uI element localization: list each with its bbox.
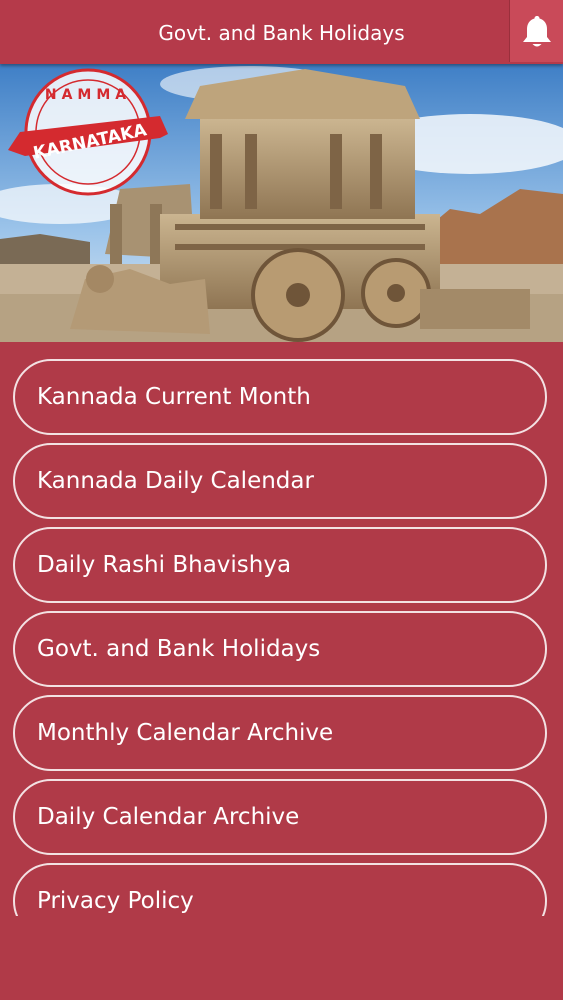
menu-item-daily-calendar-archive[interactable]: Daily Calendar Archive [13, 779, 547, 855]
main-menu: Kannada Current Month Kannada Daily Cale… [0, 342, 563, 916]
menu-item-privacy-policy[interactable]: Privacy Policy [13, 863, 547, 916]
menu-item-kannada-daily-calendar[interactable]: Kannada Daily Calendar [13, 443, 547, 519]
notifications-button[interactable] [509, 0, 563, 62]
bell-icon [522, 16, 551, 47]
app-header: Govt. and Bank Holidays [0, 0, 563, 64]
menu-item-monthly-calendar-archive[interactable]: Monthly Calendar Archive [13, 695, 547, 771]
menu-item-kannada-current-month[interactable]: Kannada Current Month [13, 359, 547, 435]
svg-text:NAMMA: NAMMA [45, 87, 131, 103]
menu-item-daily-rashi-bhavishya[interactable]: Daily Rashi Bhavishya [13, 527, 547, 603]
banner-image: NAMMA KARNATAKA [0, 64, 563, 342]
page-title: Govt. and Bank Holidays [158, 21, 405, 45]
menu-item-govt-bank-holidays[interactable]: Govt. and Bank Holidays [13, 611, 547, 687]
